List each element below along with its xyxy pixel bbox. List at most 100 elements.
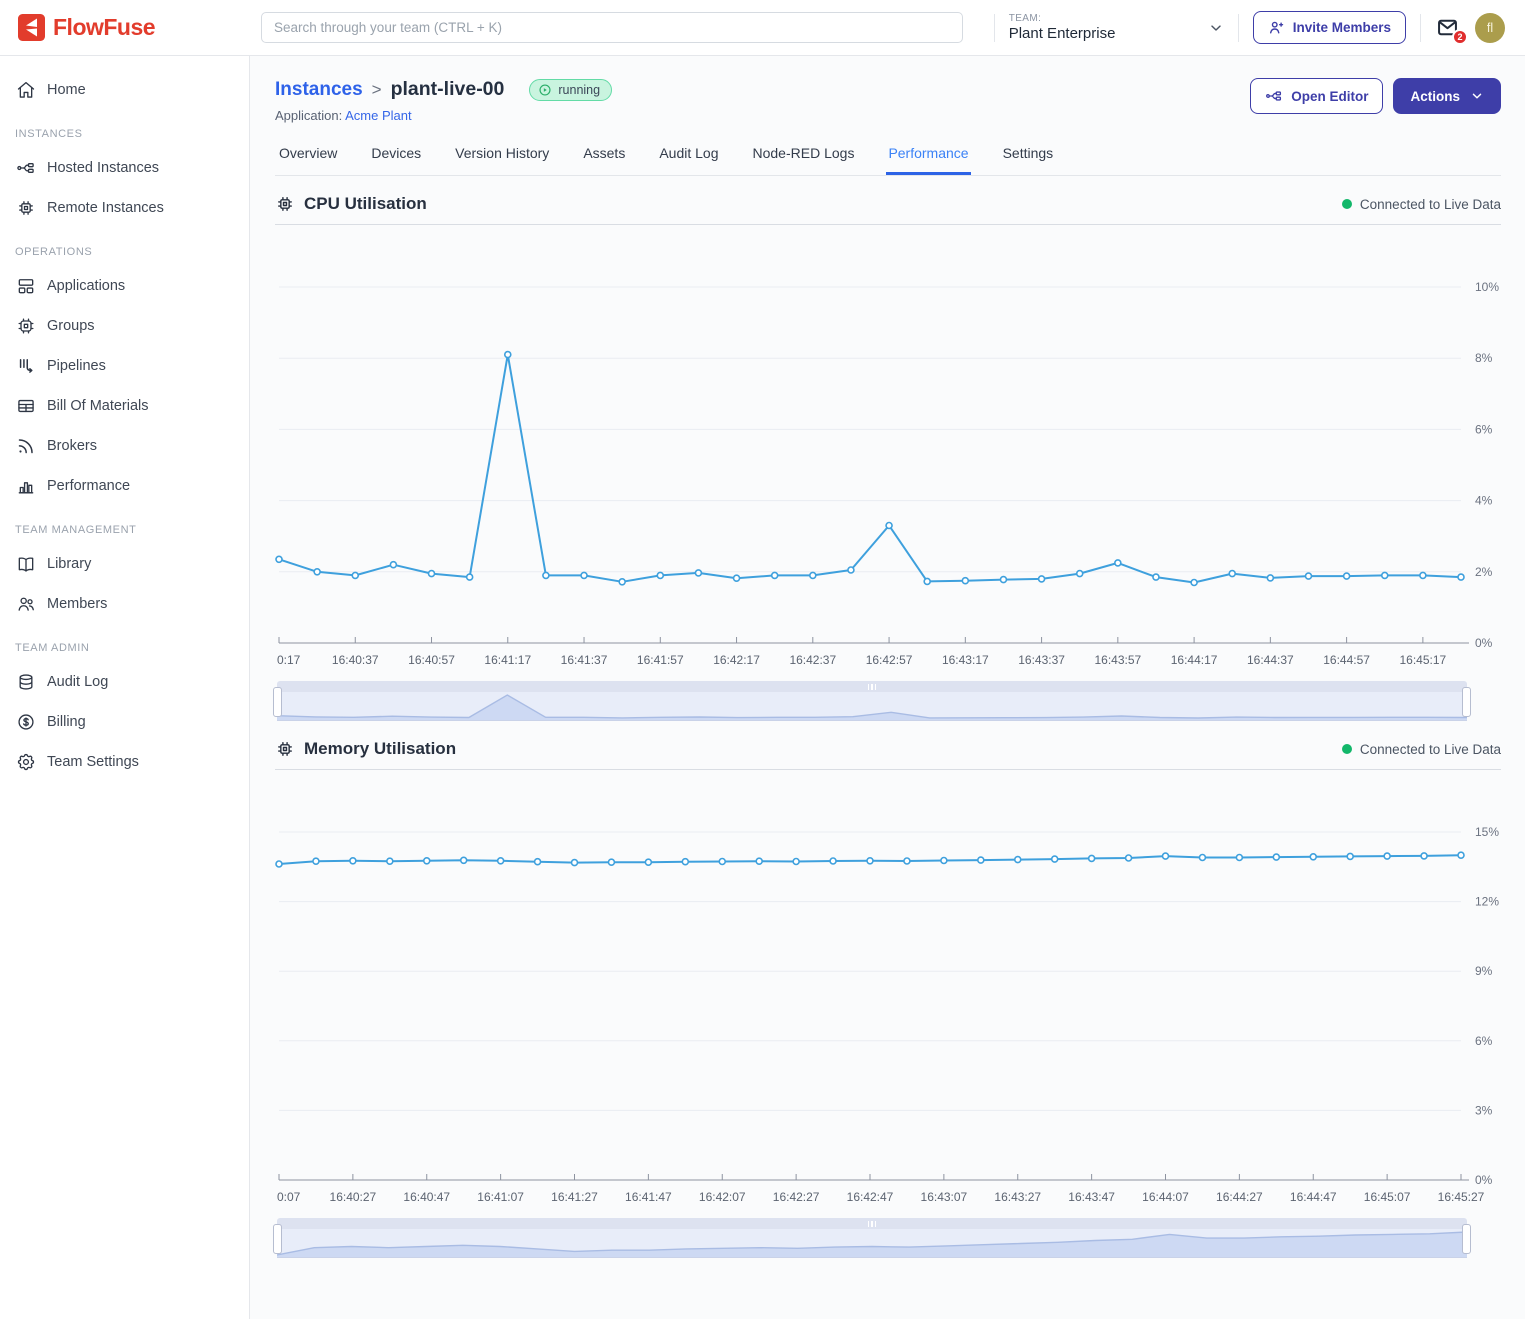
live-label: Connected to Live Data <box>1360 742 1501 757</box>
library-icon <box>16 554 36 574</box>
svg-text:4%: 4% <box>1475 494 1493 508</box>
sidebar-item-home[interactable]: Home <box>0 70 249 110</box>
home-icon <box>16 80 36 100</box>
svg-text:16:42:17: 16:42:17 <box>713 653 760 667</box>
svg-text:16:41:47: 16:41:47 <box>625 1190 672 1204</box>
cpu-chart[interactable]: 0%2%4%6%8%10%0:1716:40:3716:40:5716:41:1… <box>275 229 1501 677</box>
svg-text:16:43:37: 16:43:37 <box>1018 653 1065 667</box>
chevron-down-icon <box>1470 89 1484 103</box>
audit-log-icon <box>16 672 36 692</box>
main-content: Instances > plant-live-00 running Applic… <box>250 56 1525 1319</box>
sidebar-item-team-settings[interactable]: Team Settings <box>0 742 249 782</box>
navigator-left-handle[interactable] <box>273 687 282 717</box>
svg-text:0:17: 0:17 <box>277 653 301 667</box>
application-line: Application: Acme Plant <box>275 108 612 123</box>
svg-text:16:44:57: 16:44:57 <box>1323 653 1370 667</box>
tab-bar: Overview Devices Version History Assets … <box>275 139 1501 176</box>
cpu-chart-header: CPU Utilisation Connected to Live Data <box>275 194 1501 225</box>
team-settings-icon <box>16 752 36 772</box>
tab-performance[interactable]: Performance <box>886 139 970 175</box>
svg-text:16:44:07: 16:44:07 <box>1142 1190 1189 1204</box>
svg-text:15%: 15% <box>1475 825 1499 839</box>
team-selector[interactable]: TEAM: Plant Enterprise <box>1009 13 1224 42</box>
sidebar-item-hosted-instances[interactable]: Hosted Instances <box>0 148 249 188</box>
application-link[interactable]: Acme Plant <box>345 108 411 123</box>
tab-overview[interactable]: Overview <box>277 139 339 175</box>
breadcrumb-instances-link[interactable]: Instances <box>275 79 363 101</box>
svg-text:16:42:37: 16:42:37 <box>789 653 836 667</box>
sidebar-section-operations: OPERATIONS <box>0 228 249 266</box>
invite-members-label: Invite Members <box>1293 20 1391 35</box>
divider <box>1420 14 1421 42</box>
navigator-right-handle[interactable] <box>1462 1224 1471 1254</box>
status-label: running <box>558 83 600 97</box>
members-icon <box>16 594 36 614</box>
sidebar-item-label: Hosted Instances <box>47 160 159 176</box>
svg-text:16:42:27: 16:42:27 <box>773 1190 820 1204</box>
sidebar-item-label: Applications <box>47 278 125 294</box>
live-dot-icon <box>1342 744 1352 754</box>
memory-chart[interactable]: 0%3%6%9%12%15%0:0716:40:2716:40:4716:41:… <box>275 774 1501 1214</box>
navigator-preview[interactable] <box>277 1229 1467 1258</box>
cpu-live-status: Connected to Live Data <box>1342 197 1501 212</box>
open-editor-button[interactable]: Open Editor <box>1250 78 1383 114</box>
tab-audit-log[interactable]: Audit Log <box>657 139 720 175</box>
navigator-grip[interactable] <box>277 681 1467 692</box>
pipelines-icon <box>16 356 36 376</box>
notification-count-badge: 2 <box>1452 29 1468 45</box>
notifications-button[interactable]: 2 <box>1435 16 1461 40</box>
svg-text:0%: 0% <box>1475 1173 1493 1187</box>
sidebar-item-remote-instances[interactable]: Remote Instances <box>0 188 249 228</box>
svg-text:16:44:27: 16:44:27 <box>1216 1190 1263 1204</box>
svg-text:16:40:27: 16:40:27 <box>330 1190 377 1204</box>
sidebar-item-library[interactable]: Library <box>0 544 249 584</box>
bill-of-materials-icon <box>16 396 36 416</box>
svg-text:16:41:37: 16:41:37 <box>561 653 608 667</box>
sidebar-item-applications[interactable]: Applications <box>0 266 249 306</box>
sidebar-item-brokers[interactable]: Brokers <box>0 426 249 466</box>
svg-text:16:41:27: 16:41:27 <box>551 1190 598 1204</box>
sidebar-item-audit-log[interactable]: Audit Log <box>0 662 249 702</box>
navigator-left-handle[interactable] <box>273 1224 282 1254</box>
actions-button[interactable]: Actions <box>1393 78 1501 114</box>
sidebar-item-pipelines[interactable]: Pipelines <box>0 346 249 386</box>
sidebar-section-instances: INSTANCES <box>0 110 249 148</box>
flowfuse-app: FlowFuse TEAM: Plant Enterprise Invite M… <box>0 0 1525 1319</box>
svg-text:16:45:07: 16:45:07 <box>1364 1190 1411 1204</box>
application-label: Application: <box>275 108 342 123</box>
sidebar-item-performance[interactable]: Performance <box>0 466 249 506</box>
navigator-preview[interactable] <box>277 692 1467 721</box>
invite-members-button[interactable]: Invite Members <box>1253 11 1406 44</box>
svg-text:16:44:37: 16:44:37 <box>1247 653 1294 667</box>
navigator-right-handle[interactable] <box>1462 687 1471 717</box>
header-right-cluster: TEAM: Plant Enterprise Invite Members 2 … <box>994 11 1525 44</box>
user-avatar[interactable]: fl <box>1475 13 1505 43</box>
flowfuse-logo[interactable]: FlowFuse <box>0 14 250 41</box>
navigator-grip[interactable] <box>277 1218 1467 1229</box>
sidebar-item-bill-of-materials[interactable]: Bill Of Materials <box>0 386 249 426</box>
tab-node-red-logs[interactable]: Node-RED Logs <box>751 139 857 175</box>
sidebar-item-label: Library <box>47 556 91 572</box>
sidebar-item-members[interactable]: Members <box>0 584 249 624</box>
search-input[interactable] <box>261 12 963 43</box>
svg-text:6%: 6% <box>1475 422 1493 436</box>
flowfuse-logo-icon <box>18 14 45 41</box>
svg-text:12%: 12% <box>1475 895 1499 909</box>
svg-text:16:43:17: 16:43:17 <box>942 653 989 667</box>
tab-devices[interactable]: Devices <box>369 139 423 175</box>
tab-version-history[interactable]: Version History <box>453 139 551 175</box>
editor-flow-icon <box>1265 87 1283 105</box>
svg-text:16:41:17: 16:41:17 <box>484 653 531 667</box>
svg-text:9%: 9% <box>1475 964 1493 978</box>
memory-chart-title: Memory Utilisation <box>304 739 456 759</box>
tab-assets[interactable]: Assets <box>581 139 627 175</box>
memory-chart-header: Memory Utilisation Connected to Live Dat… <box>275 739 1501 770</box>
svg-text:16:40:37: 16:40:37 <box>332 653 379 667</box>
svg-text:16:40:47: 16:40:47 <box>403 1190 450 1204</box>
sidebar-item-label: Groups <box>47 318 95 334</box>
remote-instances-icon <box>16 198 36 218</box>
tab-settings[interactable]: Settings <box>1001 139 1056 175</box>
memory-chart-navigator <box>277 1218 1467 1258</box>
sidebar-item-groups[interactable]: Groups <box>0 306 249 346</box>
sidebar-item-billing[interactable]: Billing <box>0 702 249 742</box>
